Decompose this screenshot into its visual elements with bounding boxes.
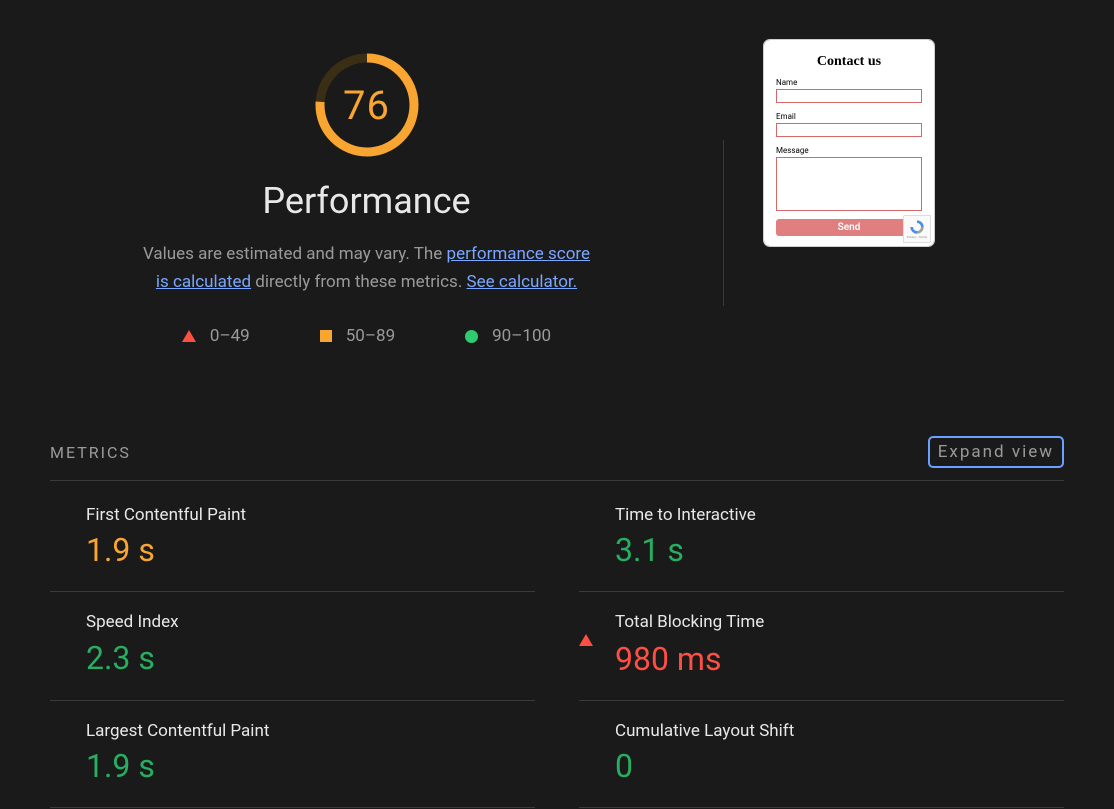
preview-message-label: Message bbox=[776, 146, 922, 155]
metric-row: Speed Index 2.3 s bbox=[50, 592, 535, 701]
square-icon bbox=[320, 330, 332, 342]
metric-value: 0 bbox=[615, 747, 1064, 785]
score-legend: 0–49 50–89 90–100 bbox=[182, 326, 551, 346]
metric-name: Time to Interactive bbox=[615, 505, 1064, 525]
metric-row: First Contentful Paint 1.9 s bbox=[50, 485, 535, 592]
expand-view-button[interactable]: Expand view bbox=[928, 436, 1064, 468]
metric-row: Total Blocking Time 980 ms bbox=[579, 592, 1064, 701]
metric-name: First Contentful Paint bbox=[86, 505, 535, 525]
preview-title: Contact us bbox=[776, 54, 922, 70]
preview-send-button: Send bbox=[776, 219, 922, 236]
legend-green: 90–100 bbox=[465, 326, 551, 346]
triangle-icon bbox=[182, 330, 196, 342]
performance-score: 76 bbox=[312, 50, 422, 160]
metric-name: Largest Contentful Paint bbox=[86, 721, 535, 741]
metrics-heading: METRICS bbox=[50, 443, 131, 462]
metric-row: Largest Contentful Paint 1.9 s bbox=[50, 701, 535, 808]
metric-name: Total Blocking Time bbox=[615, 612, 1064, 632]
metric-row: Cumulative Layout Shift 0 bbox=[579, 701, 1064, 808]
metric-value: 3.1 s bbox=[615, 531, 1064, 569]
performance-description: Values are estimated and may vary. The p… bbox=[137, 240, 597, 296]
circle-icon bbox=[465, 330, 478, 343]
metric-name: Cumulative Layout Shift bbox=[615, 721, 1064, 741]
metric-value: 1.9 s bbox=[86, 531, 535, 569]
preview-email-label: Email bbox=[776, 112, 922, 121]
metric-row: Time to Interactive 3.1 s bbox=[579, 485, 1064, 592]
preview-name-input bbox=[776, 89, 922, 103]
triangle-icon bbox=[579, 615, 593, 646]
performance-gauge: 76 bbox=[312, 50, 422, 160]
legend-red: 0–49 bbox=[182, 326, 250, 346]
metric-value: 1.9 s bbox=[86, 747, 535, 785]
recaptcha-badge: Privacy - Terms bbox=[903, 215, 931, 243]
preview-name-label: Name bbox=[776, 78, 922, 87]
vertical-divider bbox=[723, 140, 724, 306]
metric-name: Speed Index bbox=[86, 612, 535, 632]
recaptcha-icon bbox=[909, 219, 925, 235]
page-screenshot-preview: Contact us Name Email Message Send Priva… bbox=[764, 40, 934, 246]
preview-message-input bbox=[776, 157, 922, 211]
metric-value: 2.3 s bbox=[86, 639, 535, 677]
performance-title: Performance bbox=[262, 180, 470, 222]
see-calculator-link[interactable]: See calculator. bbox=[467, 272, 578, 292]
metric-value: 980 ms bbox=[615, 640, 1064, 678]
legend-orange: 50–89 bbox=[320, 326, 395, 346]
preview-email-input bbox=[776, 123, 922, 137]
